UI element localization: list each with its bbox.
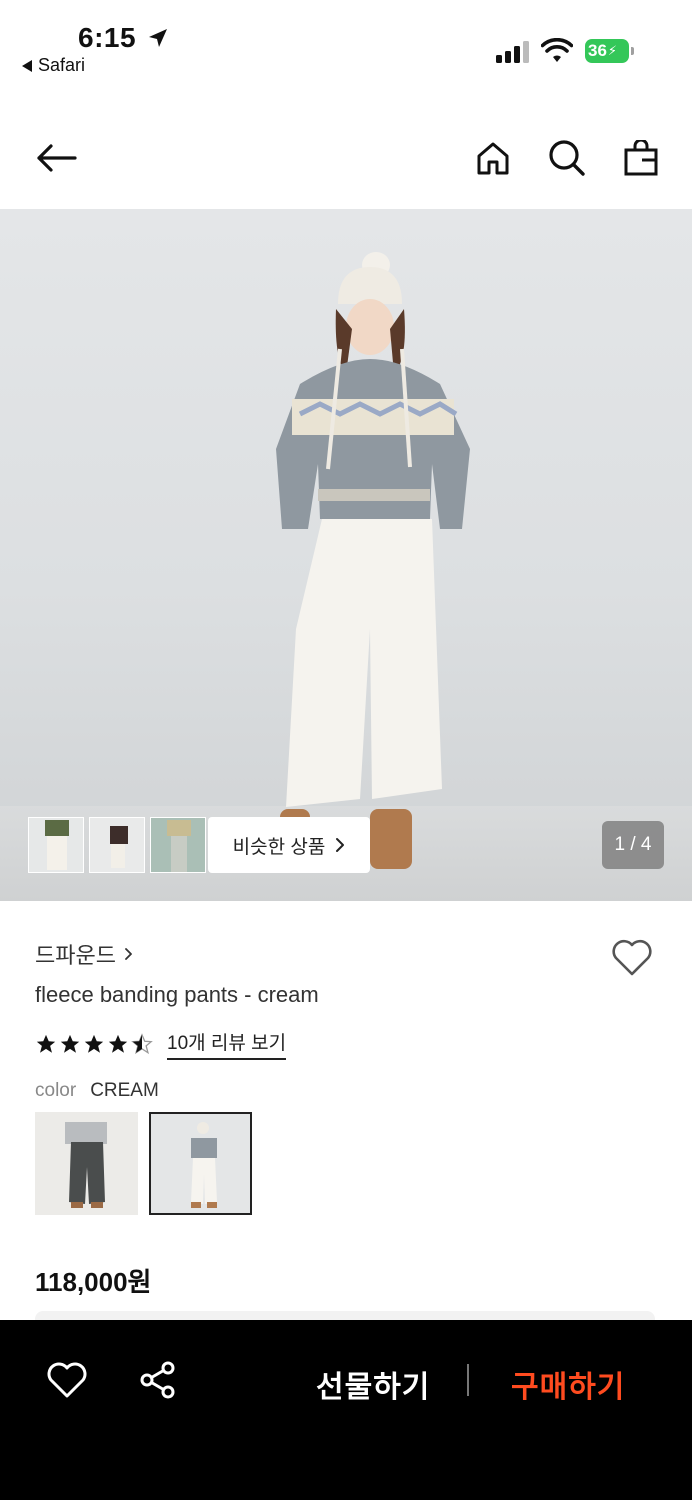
star-icon — [84, 1034, 104, 1053]
back-triangle-icon — [22, 59, 32, 72]
brand-link[interactable]: 드파운드 — [35, 938, 133, 970]
share-icon[interactable] — [138, 1360, 178, 1400]
top-nav-bar — [0, 110, 692, 206]
battery-percent: 36 — [588, 41, 607, 60]
image-counter: 1 / 4 — [602, 821, 664, 869]
bottom-action-bar: 선물하기 구매하기 — [0, 1320, 692, 1500]
color-row: color CREAM — [35, 1080, 159, 1102]
wifi-icon — [541, 38, 573, 62]
battery-level: 36 ⚡ — [585, 39, 629, 63]
thumbnail-image — [151, 818, 205, 872]
back-arrow-icon — [37, 144, 77, 172]
model-photo — [276, 252, 470, 869]
cart-button[interactable] — [619, 136, 663, 180]
thumbnail-2[interactable] — [89, 817, 145, 873]
back-app-label: Safari — [38, 55, 86, 75]
thumbnail-3[interactable] — [150, 817, 206, 873]
swatch-image — [35, 1112, 138, 1215]
color-swatch-cream[interactable] — [149, 1112, 252, 1215]
charging-bolt-icon: ⚡ — [607, 43, 618, 58]
product-main-image[interactable]: 비슷한 상품 1 / 4 — [0, 209, 692, 901]
back-to-app-link[interactable]: Safari — [22, 55, 85, 76]
wishlist-heart-icon[interactable] — [610, 936, 654, 980]
like-heart-icon[interactable] — [46, 1360, 88, 1402]
color-swatches — [35, 1112, 252, 1215]
home-button[interactable] — [471, 136, 515, 180]
thumbnail-1[interactable] — [28, 817, 84, 873]
price: 118,000원 — [35, 1267, 152, 1297]
location-arrow-icon — [149, 29, 167, 47]
action-divider — [467, 1364, 469, 1396]
thumbnail-image — [29, 818, 83, 872]
status-bar: 6:15 Safari 36 ⚡ — [0, 0, 692, 90]
chevron-right-icon — [336, 838, 345, 852]
color-swatch-charcoal[interactable] — [35, 1112, 138, 1215]
star-icon — [60, 1034, 80, 1053]
thumbnail-image — [90, 818, 144, 872]
color-label: color — [35, 1080, 77, 1101]
cellular-signal-icon — [496, 41, 529, 63]
brand-name: 드파운드 — [35, 943, 116, 968]
search-button[interactable] — [545, 136, 589, 180]
gift-button[interactable]: 선물하기 — [316, 1362, 430, 1406]
search-icon — [549, 140, 585, 176]
star-icon — [36, 1034, 56, 1053]
status-time: 6:15 — [78, 22, 137, 53]
buy-button[interactable]: 구매하기 — [511, 1362, 625, 1406]
battery-indicator: 36 ⚡ — [585, 39, 635, 63]
star-icon — [108, 1034, 128, 1053]
color-value: CREAM — [90, 1080, 159, 1101]
star-rating — [35, 1033, 153, 1055]
similar-products-button[interactable]: 비슷한 상품 — [208, 817, 370, 873]
chevron-right-icon — [125, 948, 132, 960]
thumbnail-strip — [28, 817, 206, 873]
back-button[interactable] — [34, 136, 78, 180]
home-icon — [477, 142, 509, 175]
similar-products-label: 비슷한 상품 — [232, 836, 326, 858]
reviews-link[interactable]: 10개 리뷰 보기 — [167, 1028, 287, 1060]
shopping-bag-icon — [624, 140, 658, 176]
rating-row: 10개 리뷰 보기 — [35, 1028, 287, 1060]
battery-cap — [631, 47, 634, 55]
swatch-image — [151, 1114, 250, 1213]
product-name: fleece banding pants - cream — [35, 982, 319, 1007]
half-star-icon — [131, 1033, 153, 1055]
